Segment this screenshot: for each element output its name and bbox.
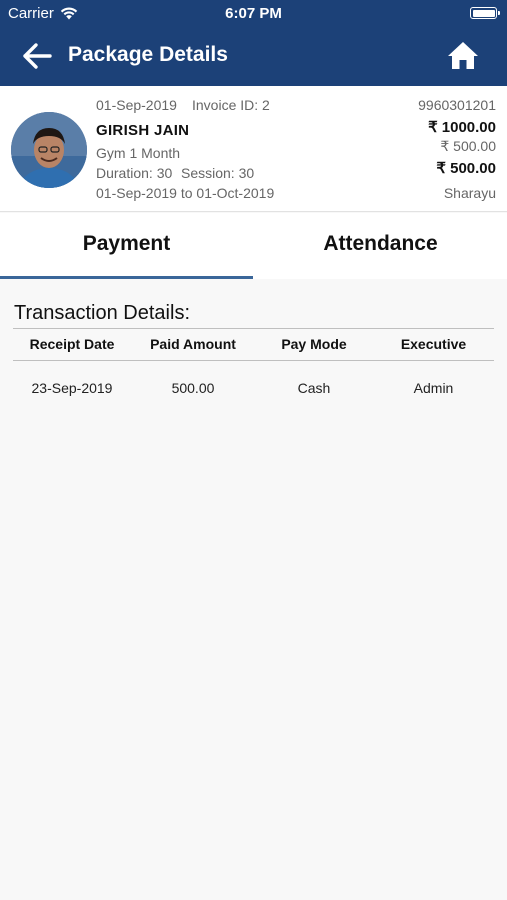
nav-bar: Package Details bbox=[0, 26, 507, 86]
total-amount: ₹ 1000.00 bbox=[428, 119, 496, 136]
package-date: 01-Sep-2019 bbox=[96, 97, 177, 113]
member-phone: 9960301201 bbox=[418, 97, 496, 113]
balance-amount: ₹ 500.00 bbox=[436, 160, 496, 177]
home-icon[interactable] bbox=[447, 40, 479, 70]
table-header: Receipt Date Paid Amount Pay Mode Execut… bbox=[13, 328, 494, 361]
table-row[interactable]: 23-Sep-2019 500.00 Cash Admin bbox=[13, 361, 494, 415]
member-name: GIRISH JAIN bbox=[96, 122, 190, 139]
column-header-executive: Executive bbox=[400, 336, 467, 352]
column-header-pay-mode: Pay Mode bbox=[281, 336, 347, 352]
column-header-receipt-date: Receipt Date bbox=[29, 336, 115, 352]
page-title: Package Details bbox=[68, 43, 228, 66]
status-time: 6:07 PM bbox=[225, 5, 282, 22]
avatar bbox=[11, 112, 87, 188]
tab-attendance[interactable]: Attendance bbox=[254, 213, 507, 279]
paid-amount-cell: 500.00 bbox=[171, 380, 215, 396]
tab-payment[interactable]: Payment bbox=[0, 213, 253, 279]
transactions-table: Receipt Date Paid Amount Pay Mode Execut… bbox=[13, 328, 494, 415]
package-session: Session: 30 bbox=[181, 165, 255, 181]
package-info-card: 01-Sep-2019 Invoice ID: 2 GIRISH JAIN Gy… bbox=[0, 86, 507, 212]
package-period: 01-Sep-2019 to 01-Oct-2019 bbox=[96, 185, 275, 201]
package-duration: Duration: 30 bbox=[96, 165, 173, 181]
transaction-details-title: Transaction Details: bbox=[14, 302, 190, 324]
package-plan: Gym 1 Month bbox=[96, 145, 181, 161]
executive-cell: Admin bbox=[413, 380, 454, 396]
receipt-date-cell: 23-Sep-2019 bbox=[31, 380, 113, 396]
status-bar: Carrier 6:07 PM bbox=[0, 0, 507, 26]
invoice-id: Invoice ID: 2 bbox=[192, 97, 270, 113]
battery-icon bbox=[470, 7, 500, 19]
package-executive: Sharayu bbox=[443, 185, 496, 201]
pay-mode-cell: Cash bbox=[297, 380, 331, 396]
tab-bar: Payment Attendance bbox=[0, 213, 507, 279]
column-header-paid-amount: Paid Amount bbox=[150, 336, 236, 352]
arrow-left-icon[interactable] bbox=[22, 42, 52, 70]
paid-amount: ₹ 500.00 bbox=[440, 138, 496, 154]
